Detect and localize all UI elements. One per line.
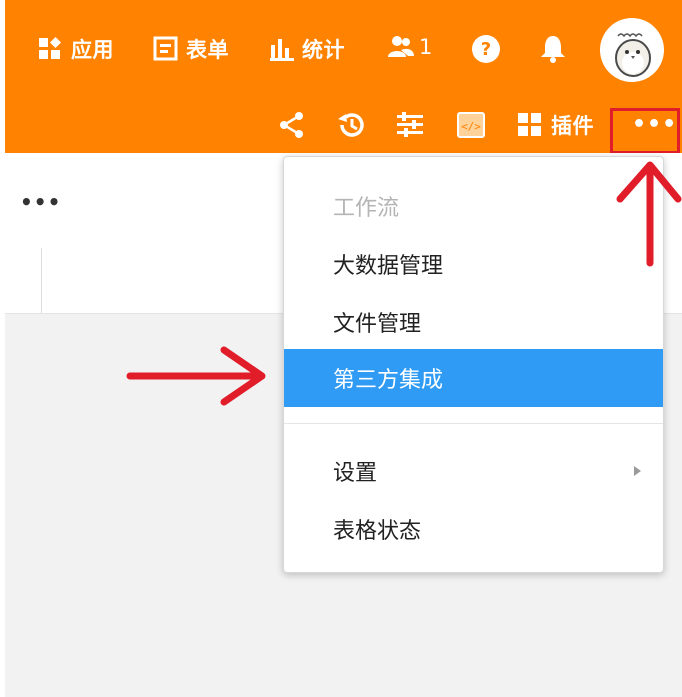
stats-icon — [270, 39, 294, 61]
notifications-button[interactable] — [539, 34, 567, 64]
menu-item-label: 表格状态 — [333, 519, 422, 544]
menu-item-table-status[interactable]: 表格状态 — [284, 500, 663, 558]
annotation-arrow-right — [126, 346, 266, 406]
form-label: 表单 — [186, 38, 229, 62]
plugins-icon — [518, 113, 541, 136]
members-icon — [388, 36, 414, 57]
menu-item-label: 工作流 — [333, 196, 400, 221]
form-button[interactable]: 表单 — [153, 34, 229, 64]
subbar-more-button[interactable]: ••• — [20, 190, 61, 214]
bell-icon — [541, 36, 565, 63]
stats-label: 统计 — [302, 38, 345, 62]
annotation-arrow-up — [616, 161, 682, 267]
menu-item-workflow: 工作流 — [284, 177, 663, 235]
annotation-highlight-box — [610, 108, 680, 154]
svg-text:</>: </> — [461, 120, 481, 133]
menu-divider — [284, 423, 663, 424]
plugins-label: 插件 — [551, 114, 594, 138]
history-button[interactable] — [335, 110, 367, 140]
embed-icon: </> — [457, 112, 485, 138]
share-icon — [280, 112, 303, 138]
penguin-avatar-icon — [615, 33, 651, 77]
menu-item-file-management[interactable]: 文件管理 — [284, 293, 663, 351]
more-dropdown-menu: 工作流 大数据管理 文件管理 第三方集成 设置 表格状态 — [283, 156, 664, 573]
filter-icon — [397, 112, 423, 137]
apps-label: 应用 — [71, 38, 114, 62]
help-icon: ? — [472, 35, 500, 63]
members-button[interactable]: 1 — [386, 34, 433, 60]
menu-item-settings[interactable]: 设置 — [284, 442, 663, 500]
help-button[interactable]: ? — [471, 34, 501, 64]
grid-column-divider — [41, 248, 42, 313]
apps-icon — [39, 37, 61, 59]
top-header: 应用 表单 统计 1 ? </> 插件 ••• — [5, 0, 682, 153]
menu-item-big-data[interactable]: 大数据管理 — [284, 235, 663, 293]
plugins-button[interactable]: 插件 — [516, 110, 594, 140]
menu-item-label: 文件管理 — [333, 312, 422, 337]
menu-item-label: 第三方集成 — [333, 368, 444, 393]
filter-button[interactable] — [395, 110, 425, 140]
members-count: 1 — [419, 35, 433, 59]
submenu-arrow-icon — [634, 466, 641, 476]
form-icon — [153, 36, 178, 61]
menu-item-label: 大数据管理 — [333, 254, 444, 279]
menu-item-third-party-integration[interactable]: 第三方集成 — [284, 349, 663, 407]
avatar[interactable] — [600, 18, 664, 82]
history-icon — [338, 113, 364, 137]
stats-button[interactable]: 统计 — [269, 34, 345, 64]
svg-text:?: ? — [481, 39, 491, 60]
menu-item-label: 设置 — [333, 461, 378, 486]
embed-button[interactable]: </> — [456, 110, 486, 140]
apps-button[interactable]: 应用 — [38, 34, 114, 64]
share-button[interactable] — [277, 110, 307, 140]
